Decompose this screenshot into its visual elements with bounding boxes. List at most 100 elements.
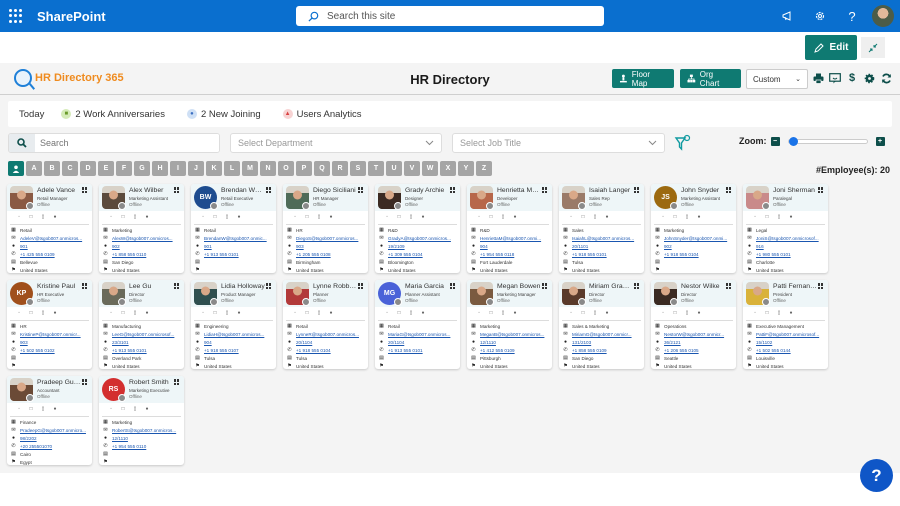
alpha-filter-m[interactable]: M [242,161,258,176]
employee-card[interactable]: Megan Bowen Marketing Manager Offline ◦ … [467,280,552,369]
alpha-filter-e[interactable]: E [98,161,114,176]
employee-card[interactable]: KP Kristine Paul HR Executive Offline ◦ … [7,280,92,369]
employee-email[interactable]: LynneR@tsgob007.onmicros... [296,332,359,337]
qr-code-icon[interactable] [82,283,88,289]
employee-name[interactable]: Robert Smith [129,379,173,386]
employee-office[interactable]: 19/2109 [388,244,405,249]
employee-name[interactable]: Brendan Wea... [221,187,265,194]
employee-office[interactable]: 916 [756,244,764,249]
chat-icon[interactable]: ◦ [660,215,666,220]
mail-icon[interactable]: □ [396,311,402,316]
collapse-icon[interactable] [861,37,885,58]
alpha-filter-z[interactable]: Z [476,161,492,176]
alpha-filter-l[interactable]: L [224,161,240,176]
employee-phone[interactable]: +1 309 555 0104 [388,252,423,257]
mobile-icon[interactable]: ▯ [316,215,322,220]
call-icon[interactable]: ● [696,311,702,316]
mobile-icon[interactable]: ▯ [132,215,138,220]
employee-email[interactable]: AdeleV@tsgob007.onmicros... [20,236,82,241]
qr-code-icon[interactable] [450,283,456,289]
call-icon[interactable]: ● [236,311,242,316]
alpha-filter-v[interactable]: V [404,161,420,176]
mobile-icon[interactable]: ▯ [500,215,506,220]
employee-office[interactable]: 903 [296,244,304,249]
chat-icon[interactable]: ◦ [384,311,390,316]
employee-office[interactable]: 902 [664,244,672,249]
zoom-out-button[interactable]: − [770,136,780,146]
employee-office[interactable]: 902 [112,244,120,249]
department-dropdown[interactable]: Select Department [230,133,442,153]
employee-office[interactable]: 131/2103 [572,340,591,345]
qr-code-icon[interactable] [358,187,364,193]
alpha-filter-a[interactable]: A [26,161,42,176]
employee-phone[interactable]: +1 858 555 0110 [112,252,146,257]
employee-phone[interactable]: +1 913 555 0101 [204,252,239,257]
employee-phone[interactable]: +1 980 555 0101 [756,252,791,257]
mobile-icon[interactable]: ▯ [592,311,598,316]
chat-icon[interactable]: ◦ [108,311,114,316]
help-button[interactable]: ? [860,459,893,492]
mail-icon[interactable]: □ [120,311,126,316]
mobile-icon[interactable]: ▯ [40,407,46,412]
job-title-dropdown[interactable]: Select Job Title [452,133,665,153]
employee-card[interactable]: RS Robert Smith Marketing Executive Offl… [99,376,184,465]
mail-icon[interactable]: □ [120,215,126,220]
refresh-icon[interactable] [880,71,892,85]
employee-phone[interactable]: +1 918 555 0107 [204,348,239,353]
employee-office[interactable]: 20/1104 [296,340,312,345]
employee-name[interactable]: Henrietta Mu... [497,187,541,194]
call-icon[interactable]: ● [144,311,150,316]
qr-code-icon[interactable] [542,283,548,289]
chat-icon[interactable]: ◦ [200,215,206,220]
employee-office[interactable]: 12/1110 [112,436,128,441]
employee-phone[interactable]: +1 918 555 0101 [572,252,607,257]
chat-icon[interactable]: ◦ [108,407,114,412]
qr-code-icon[interactable] [818,283,824,289]
qr-code-icon[interactable] [82,379,88,385]
mobile-icon[interactable]: ▯ [132,407,138,412]
mail-icon[interactable]: □ [488,311,494,316]
mail-icon[interactable]: □ [304,311,310,316]
qr-code-icon[interactable] [818,187,824,193]
employee-name[interactable]: Lee Gu [129,283,173,290]
employee-phone[interactable]: +1 918 555 0104 [664,252,699,257]
employee-phone[interactable]: +1 502 555 0102 [20,348,55,353]
mobile-icon[interactable]: ▯ [684,311,690,316]
employee-email[interactable]: IsaiahL@tsgob007.onmicros... [572,236,634,241]
mobile-icon[interactable]: ▯ [500,311,506,316]
alpha-filter-p[interactable]: P [296,161,312,176]
employee-phone[interactable]: +1 954 555 0118 [480,252,514,257]
employee-card[interactable]: BW Brendan Wea... Retail Executive Offli… [191,184,276,273]
feedback-icon[interactable] [829,71,841,85]
employee-card[interactable]: Lidia Holloway Product Manager Offline ◦… [191,280,276,369]
alpha-filter-k[interactable]: K [206,161,222,176]
chat-icon[interactable]: ◦ [292,311,298,316]
mail-icon[interactable]: □ [28,215,34,220]
alpha-filter-x[interactable]: X [440,161,456,176]
employee-name[interactable]: Diego Siciliani [313,187,357,194]
mail-icon[interactable]: □ [672,311,678,316]
chat-icon[interactable]: ◦ [292,215,298,220]
employee-office[interactable]: 901 [204,244,212,249]
alpha-filter-h[interactable]: H [152,161,168,176]
mail-icon[interactable]: □ [580,311,586,316]
alpha-filter-w[interactable]: W [422,161,438,176]
employee-phone[interactable]: +1 205 555 0108 [296,252,331,257]
employee-office[interactable]: 904 [204,340,212,345]
qr-code-icon[interactable] [450,187,456,193]
mail-icon[interactable]: □ [764,311,770,316]
megaphone-icon[interactable] [772,4,804,28]
employee-card[interactable]: Lee Gu Director Offline ◦ □ ▯ ● ▦ Manufac… [99,280,184,369]
mobile-icon[interactable]: ▯ [132,311,138,316]
employee-phone[interactable]: +20 255501070 [20,444,52,449]
call-icon[interactable]: ● [604,311,610,316]
app-launcher-icon[interactable] [9,9,23,23]
employee-phone[interactable]: +1 858 555 0109 [572,348,607,353]
chat-icon[interactable]: ◦ [16,407,22,412]
mail-icon[interactable]: □ [28,311,34,316]
alpha-filter-n[interactable]: N [260,161,276,176]
call-icon[interactable]: ● [604,215,610,220]
mail-icon[interactable]: □ [212,215,218,220]
qr-code-icon[interactable] [726,283,732,289]
employee-email[interactable]: LeeG@tsgob007.onmicrosof... [112,332,174,337]
